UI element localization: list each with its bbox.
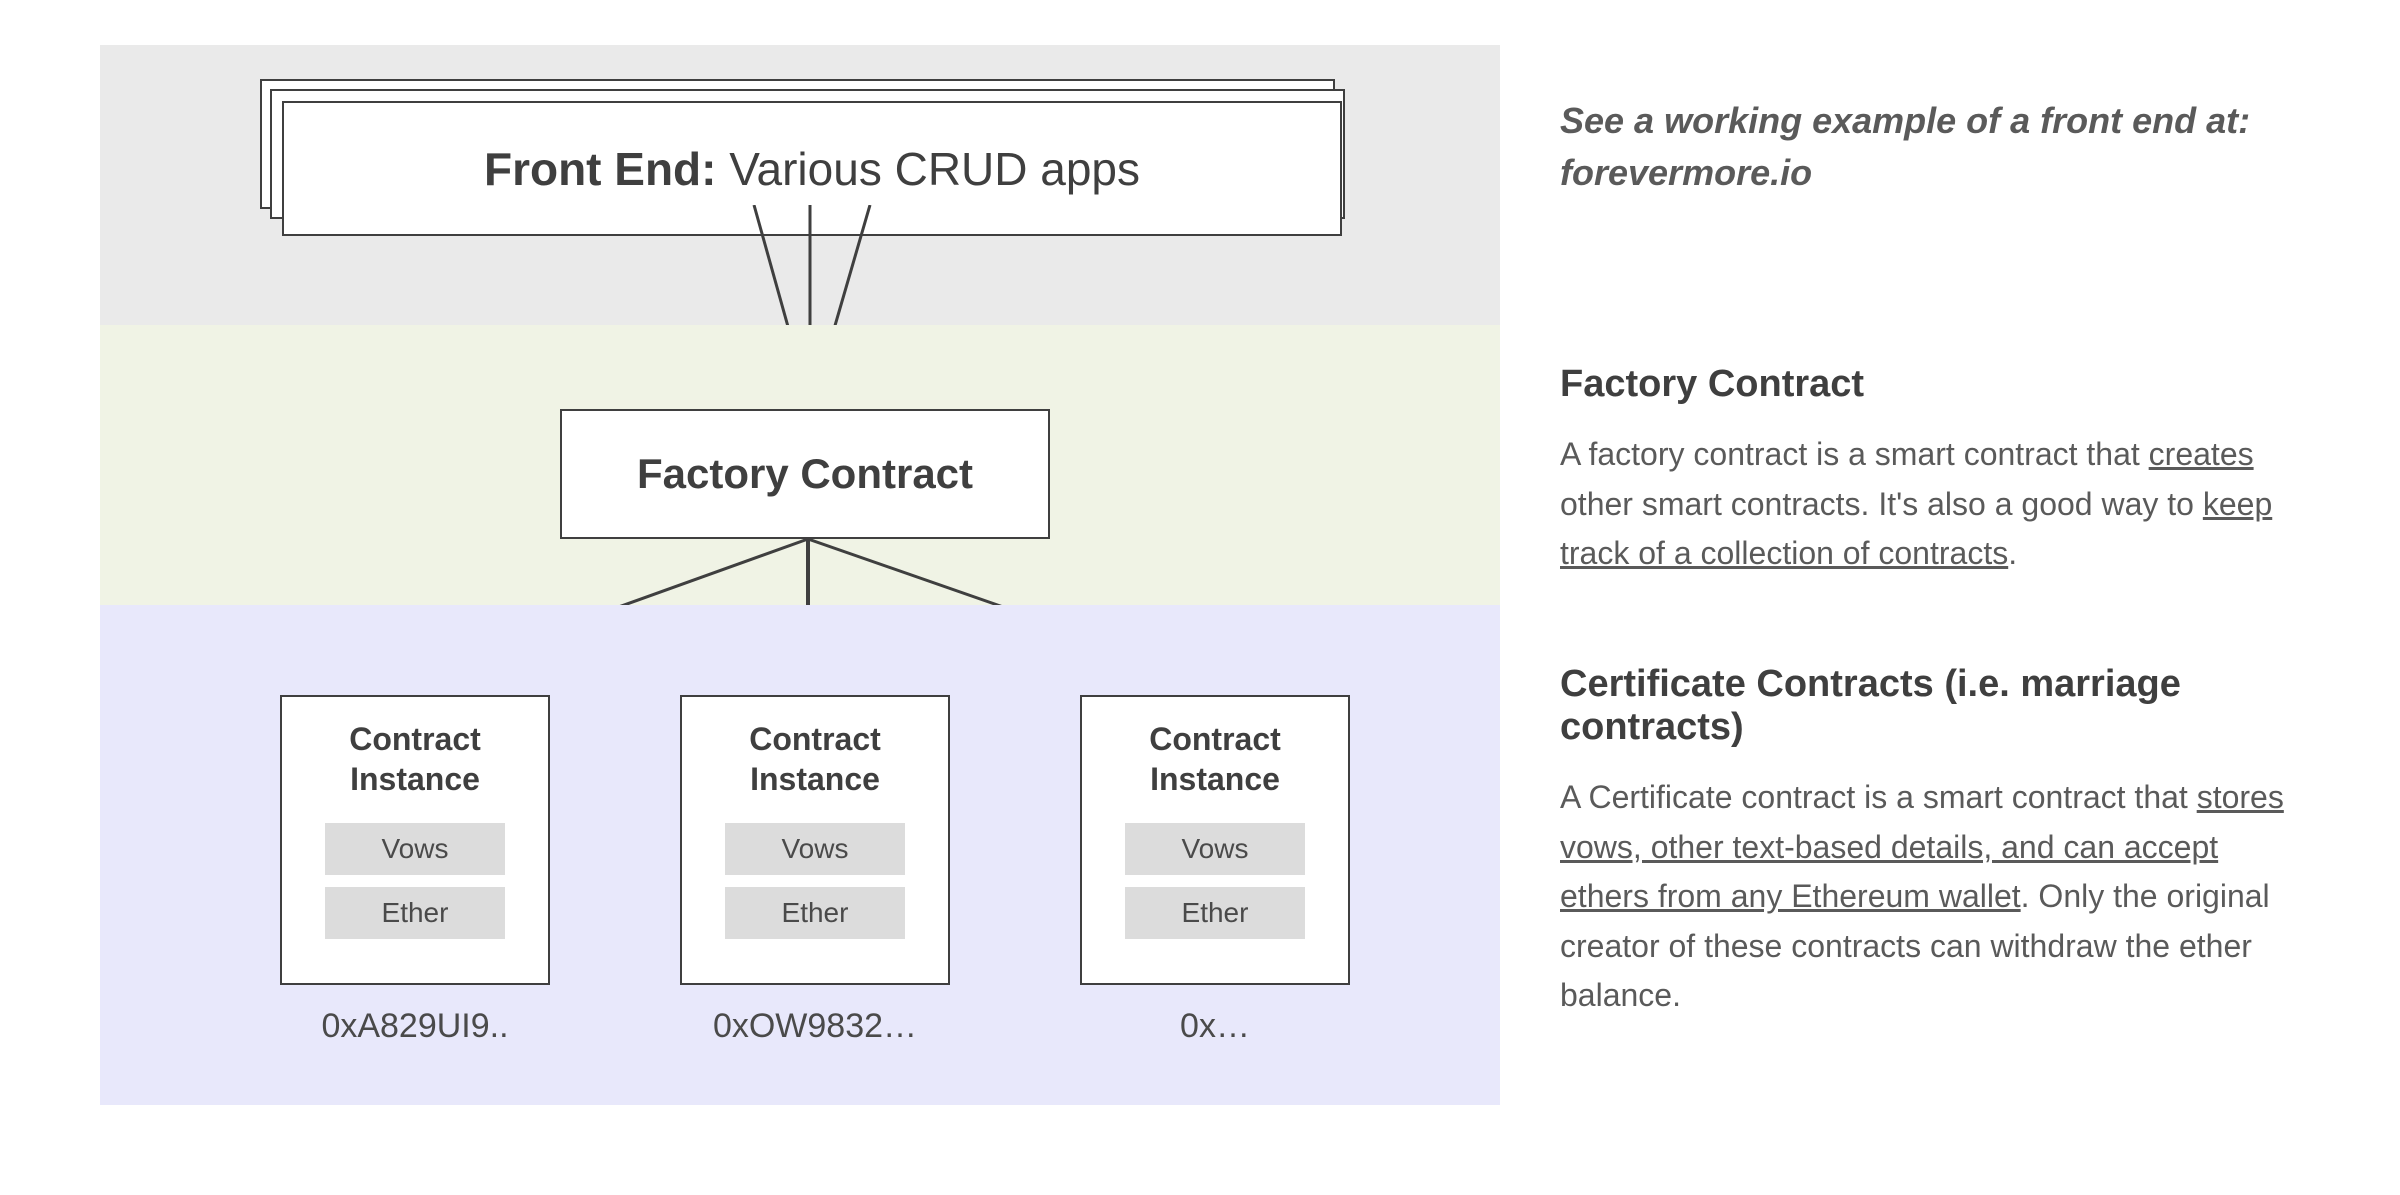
vows-chip: Vows (1125, 823, 1305, 875)
contract-instance-title: ContractInstance (1149, 719, 1281, 799)
diagram-root: Front End: Various CRUD apps Factory Con… (100, 45, 2300, 1105)
factory-body: A factory contract is a smart contract t… (1560, 430, 2300, 579)
instances-container: ContractInstance Vows Ether 0xA829UI9.. … (280, 695, 1350, 1046)
frontend-label: Front End: Various CRUD apps (484, 142, 1140, 196)
frontend-stack: Front End: Various CRUD apps (260, 79, 1345, 259)
factory-section: Factory Contract A factory contract is a… (1560, 355, 2300, 635)
contract-instance-card: ContractInstance Vows Ether (680, 695, 950, 985)
ether-chip: Ether (325, 887, 505, 939)
contract-instance-title: ContractInstance (349, 719, 481, 799)
factory-heading: Factory Contract (1560, 363, 2300, 406)
contract-address: 0xA829UI9.. (321, 1007, 508, 1046)
frontend-row: Front End: Various CRUD apps (100, 45, 1500, 325)
frontend-label-rest: Various CRUD apps (716, 143, 1140, 195)
contract-address: 0x… (1180, 1007, 1250, 1046)
frontend-label-bold: Front End: (484, 143, 717, 195)
contract-instance-2: ContractInstance Vows Ether 0xOW9832… (680, 695, 950, 1046)
contract-instance-card: ContractInstance Vows Ether (1080, 695, 1350, 985)
vows-chip: Vows (725, 823, 905, 875)
ether-chip: Ether (725, 887, 905, 939)
vows-chip: Vows (325, 823, 505, 875)
certificate-body: A Certificate contract is a smart contra… (1560, 773, 2300, 1021)
factory-box: Factory Contract (560, 409, 1050, 539)
certificate-section: Certificate Contracts (i.e. marriage con… (1560, 635, 2300, 1021)
contract-instance-card: ContractInstance Vows Ether (280, 695, 550, 985)
frontend-note-line1: See a working example of a front end at: (1560, 100, 2250, 141)
frontend-note: See a working example of a front end at:… (1560, 95, 2300, 355)
contract-instance-1: ContractInstance Vows Ether 0xA829UI9.. (280, 695, 550, 1046)
certificates-row: ContractInstance Vows Ether 0xA829UI9.. … (100, 605, 1500, 1105)
contract-instance-title: ContractInstance (749, 719, 881, 799)
frontend-card: Front End: Various CRUD apps (282, 101, 1342, 236)
diagram-right-column: See a working example of a front end at:… (1560, 45, 2300, 1105)
certificate-heading: Certificate Contracts (i.e. marriage con… (1560, 663, 2300, 749)
contract-address: 0xOW9832… (713, 1007, 917, 1046)
frontend-note-line2: forevermore.io (1560, 152, 1812, 193)
ether-chip: Ether (1125, 887, 1305, 939)
contract-instance-3: ContractInstance Vows Ether 0x… (1080, 695, 1350, 1046)
diagram-left-column: Front End: Various CRUD apps Factory Con… (100, 45, 1500, 1105)
factory-row: Factory Contract (100, 325, 1500, 605)
factory-box-label: Factory Contract (637, 450, 973, 498)
